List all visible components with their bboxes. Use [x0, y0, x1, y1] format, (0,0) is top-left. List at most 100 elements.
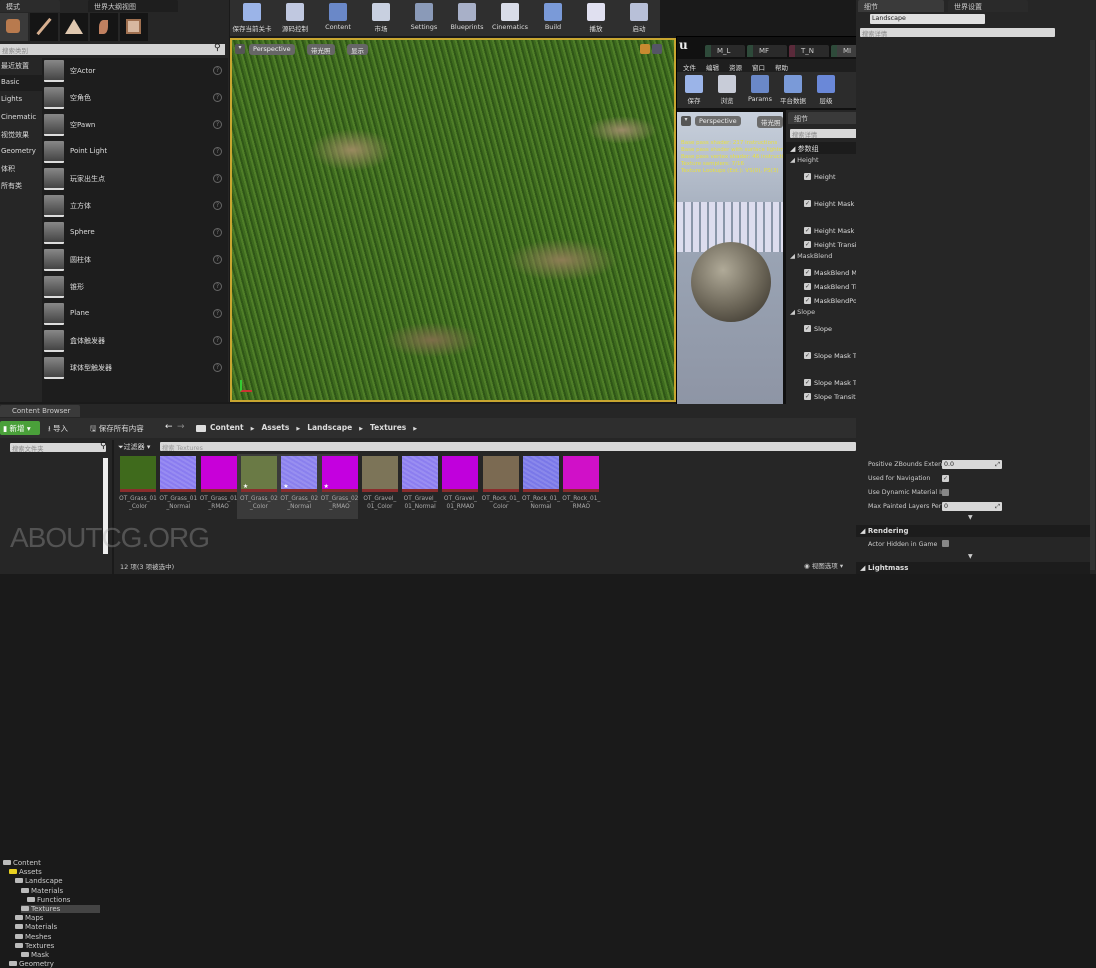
toolbar-button-content[interactable]: Content: [318, 2, 358, 34]
param-enable-checkbox[interactable]: ✓: [804, 241, 811, 248]
actor-hidden-checkbox[interactable]: [942, 540, 949, 547]
category-5[interactable]: Geometry: [0, 144, 42, 160]
place-item[interactable]: 玩家出生点?: [44, 166, 226, 192]
transform-rotate-icon[interactable]: [652, 44, 662, 54]
material-toolbar-save[interactable]: 保存: [679, 74, 709, 106]
breadcrumb-separator-icon[interactable]: ▶: [296, 426, 300, 432]
param-enable-checkbox[interactable]: ✓: [804, 325, 811, 332]
folder-tree-item[interactable]: Geometry: [9, 960, 54, 968]
place-item[interactable]: Plane?: [44, 301, 226, 327]
tab-details[interactable]: 细节: [858, 0, 944, 12]
material-toolbar-hierarchy[interactable]: 层级: [811, 74, 841, 106]
folder-tree-item[interactable]: Textures: [21, 905, 100, 913]
folder-tree-item[interactable]: Mask: [21, 951, 49, 959]
details-scrollbar[interactable]: [1090, 40, 1095, 570]
asset-tile[interactable]: OT_Gravel_ 01_Color: [360, 456, 400, 516]
place-item[interactable]: 空角色?: [44, 85, 226, 111]
filter-button[interactable]: ⏷过滤器 ▾: [118, 442, 150, 452]
help-icon[interactable]: ?: [213, 66, 222, 75]
actor-name-input[interactable]: Landscape: [870, 14, 985, 24]
menu-2[interactable]: 资源: [729, 62, 742, 72]
material-toolbar-browse[interactable]: 浏览: [712, 74, 742, 106]
help-icon[interactable]: ?: [213, 309, 222, 318]
new-button[interactable]: ▮ 新增 ▾: [0, 421, 40, 435]
folder-tree-item[interactable]: Content: [3, 859, 41, 867]
tab-content-browser[interactable]: Content Browser: [0, 405, 80, 417]
place-item[interactable]: 空Actor?: [44, 58, 226, 84]
lightmass-section-header[interactable]: ◢ Lightmass: [856, 562, 1090, 574]
mode-geometry-icon[interactable]: [120, 13, 148, 41]
category-1[interactable]: Basic: [0, 75, 42, 92]
toolbar-button-build[interactable]: Build: [533, 2, 573, 34]
editor-tab[interactable]: T_N: [789, 45, 829, 57]
asset-tile[interactable]: OT_Gravel_ 01_RMAO: [440, 456, 480, 516]
folder-tree-item[interactable]: Meshes: [15, 933, 51, 941]
folder-search-input[interactable]: 搜索文件夹: [10, 443, 106, 453]
menu-4[interactable]: 帮助: [775, 62, 788, 72]
place-item[interactable]: 锥形?: [44, 274, 226, 300]
property-checkbox[interactable]: ✓: [942, 475, 949, 482]
search-icon[interactable]: ⚲: [214, 43, 221, 53]
param-enable-checkbox[interactable]: ✓: [804, 379, 811, 386]
preview-perspective-button[interactable]: Perspective: [695, 116, 741, 126]
material-toolbar-params[interactable]: Params: [745, 74, 775, 106]
rendering-section-header[interactable]: ◢ Rendering: [856, 525, 1090, 537]
place-item[interactable]: 立方体?: [44, 193, 226, 219]
tab-world-outliner[interactable]: 世界大纲视图: [88, 0, 178, 12]
param-group-header[interactable]: ◢ MaskBlend: [790, 252, 832, 260]
mode-landscape-icon[interactable]: [60, 13, 88, 41]
transform-move-icon[interactable]: [640, 44, 650, 54]
param-enable-checkbox[interactable]: ✓: [804, 173, 811, 180]
breadcrumb-item[interactable]: Assets: [261, 423, 289, 432]
menu-3[interactable]: 窗口: [752, 62, 765, 72]
toolbar-button-settings[interactable]: Settings: [404, 2, 444, 34]
help-icon[interactable]: ?: [213, 174, 222, 183]
tab-modes[interactable]: 模式: [0, 0, 60, 12]
preview-options-button[interactable]: ▾: [681, 116, 691, 126]
view-options-button[interactable]: ◉ 视图选项 ▾: [804, 560, 843, 570]
help-icon[interactable]: ?: [213, 282, 222, 291]
expand-advanced-icon[interactable]: ▼: [968, 514, 973, 521]
help-icon[interactable]: ?: [213, 363, 222, 372]
category-4[interactable]: 视觉效果: [0, 127, 42, 143]
help-icon[interactable]: ?: [213, 201, 222, 210]
place-item[interactable]: 空Pawn?: [44, 112, 226, 138]
save-all-button[interactable]: 🖫 保存所有内容: [90, 423, 144, 436]
toolbar-button-play[interactable]: 播放: [576, 2, 616, 34]
asset-tile[interactable]: OT_Grass_01 _Color: [118, 456, 158, 516]
folder-tree-item[interactable]: Textures: [15, 942, 54, 950]
asset-search-input[interactable]: 搜索 Textures: [160, 442, 856, 452]
search-icon[interactable]: ⚲: [100, 441, 107, 451]
import-button[interactable]: ⭳ 导入: [48, 423, 68, 436]
property-checkbox[interactable]: [942, 489, 949, 496]
expand-advanced-icon[interactable]: ▼: [968, 553, 973, 560]
asset-tile[interactable]: OT_Gravel_ 01_Normal: [400, 456, 440, 516]
help-icon[interactable]: ?: [213, 336, 222, 345]
preview-lit-button[interactable]: 带光照: [757, 116, 783, 128]
toolbar-button-source-control[interactable]: 源码控制: [275, 2, 315, 34]
asset-tile[interactable]: ★ OT_Grass_02 _RMAO: [320, 456, 360, 516]
perspective-button[interactable]: Perspective: [249, 44, 295, 55]
folder-tree-item[interactable]: Functions: [27, 896, 70, 904]
level-viewport[interactable]: ▾ Perspective 带光照 显示: [230, 38, 676, 402]
breadcrumb-item[interactable]: Landscape: [307, 423, 352, 432]
asset-tile[interactable]: OT_Rock_01_ Normal: [521, 456, 561, 516]
mode-paint-icon[interactable]: [30, 13, 58, 41]
category-7[interactable]: 所有类: [0, 178, 42, 194]
breadcrumb-item[interactable]: Content: [210, 423, 244, 432]
mode-foliage-icon[interactable]: [90, 13, 118, 41]
folder-tree-item[interactable]: Materials: [15, 923, 57, 931]
property-value-input[interactable]: 0.0 ⤢: [942, 460, 1002, 469]
modes-search-input[interactable]: 搜索类别: [0, 44, 225, 55]
viewport-options-button[interactable]: ▾: [235, 44, 245, 54]
place-item[interactable]: 球体型触发器?: [44, 355, 226, 381]
param-enable-checkbox[interactable]: ✓: [804, 393, 811, 400]
asset-tile[interactable]: OT_Grass_01 _Normal: [158, 456, 198, 516]
breadcrumb-item[interactable]: Textures: [370, 423, 406, 432]
param-enable-checkbox[interactable]: ✓: [804, 352, 811, 359]
folder-tree-item[interactable]: Landscape: [15, 877, 63, 885]
param-enable-checkbox[interactable]: ✓: [804, 269, 811, 276]
param-enable-checkbox[interactable]: ✓: [804, 297, 811, 304]
toolbar-button-marketplace[interactable]: 市场: [361, 2, 401, 34]
param-group-header[interactable]: ◢ Height: [790, 156, 819, 164]
